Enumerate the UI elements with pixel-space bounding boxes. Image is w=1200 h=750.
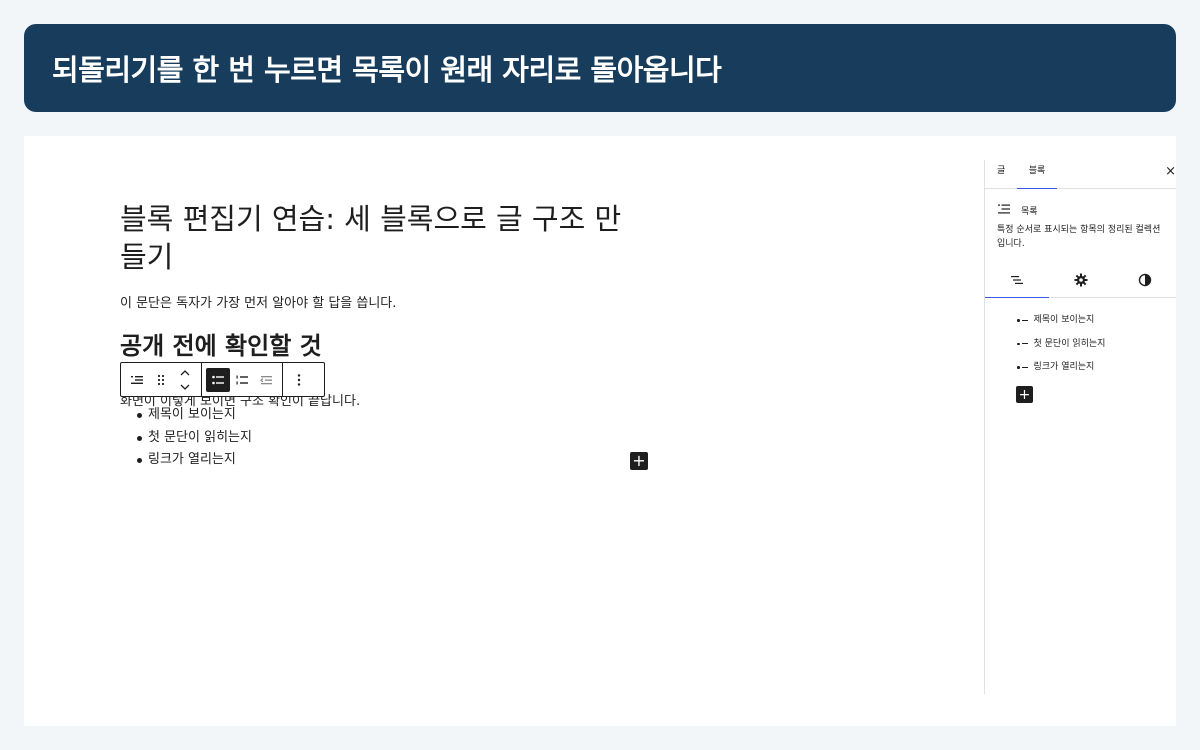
ordered-list-icon[interactable]: [230, 368, 254, 392]
list-item[interactable]: 첫 문단이 읽히는지: [137, 427, 252, 450]
list-icon[interactable]: [125, 368, 149, 392]
block-card-header: 목록: [997, 201, 1164, 219]
more-options-icon[interactable]: [287, 368, 311, 392]
block-name: 목록: [1021, 206, 1038, 217]
list-item-icon: [1017, 342, 1028, 345]
paragraph-block-1[interactable]: 이 문단은 독자가 가장 먼저 알아야 할 답을 씁니다.: [120, 292, 396, 311]
list-block[interactable]: 제목이 보이는지 첫 문단이 읽히는지 링크가 열리는지: [137, 404, 252, 472]
settings-sidebar: 글 블록 × 목록 특정 순서로 표시되는 항목의 정리된 컬렉션입니다. 제목…: [984, 160, 1176, 694]
unordered-list-icon[interactable]: [206, 367, 230, 392]
list-view-icon: [1010, 272, 1024, 291]
list-item-icon: [1017, 366, 1028, 369]
outline-item[interactable]: 제목이 보이는지: [1017, 312, 1105, 336]
outline-item-label: 제목이 보이는지: [1033, 315, 1095, 325]
block-description: 특정 순서로 표시되는 항목의 정리된 컬렉션입니다.: [997, 225, 1161, 249]
post-title[interactable]: 블록 편집기 연습: 세 블록으로 글 구조 만들기: [120, 200, 640, 276]
tab-styles[interactable]: [1113, 266, 1176, 297]
toolbar-group-more: [283, 363, 315, 396]
block-card: 목록 특정 순서로 표시되는 항목의 정리된 컬렉션입니다.: [985, 189, 1176, 251]
tab-settings[interactable]: [1049, 266, 1113, 297]
outline-item[interactable]: 첫 문단이 읽히는지: [1017, 336, 1105, 360]
list-block-icon: [997, 201, 1011, 220]
styles-contrast-icon: [1138, 272, 1152, 291]
sidebar-tabs: 글 블록 ×: [985, 160, 1176, 189]
tab-list-view[interactable]: [985, 266, 1049, 298]
block-inspector-tabs: [985, 266, 1176, 298]
add-block-button[interactable]: +: [630, 452, 648, 470]
drag-handle-icon[interactable]: [149, 368, 173, 392]
add-list-item-button[interactable]: +: [1016, 386, 1033, 403]
outline-item-label: 첫 문단이 읽히는지: [1033, 338, 1106, 349]
heading-block[interactable]: 공개 전에 확인할 것: [120, 326, 322, 361]
block-toolbar: [120, 362, 325, 397]
outdent-icon[interactable]: [254, 368, 278, 392]
close-icon[interactable]: ×: [1165, 164, 1176, 179]
list-item-icon: [1017, 319, 1028, 322]
banner-title: 되돌리기를 한 번 누르면 목록이 원래 자리로 돌아옵니다: [52, 53, 722, 87]
plus-icon: +: [632, 451, 646, 470]
editor-window: 블록 편집기 연습: 세 블록으로 글 구조 만들기 이 문단은 독자가 가장 …: [24, 136, 1176, 726]
move-up-down-icon[interactable]: [173, 368, 197, 392]
list-item[interactable]: 링크가 열리는지: [137, 449, 252, 472]
plus-icon: +: [1018, 386, 1031, 403]
tab-post[interactable]: 글: [997, 160, 1005, 189]
outline-item-label: 링크가 열리는지: [1033, 362, 1095, 372]
settings-gear-icon: [1074, 272, 1088, 291]
list-outline: 제목이 보이는지 첫 문단이 읽히는지 링크가 열리는지: [1017, 312, 1105, 383]
outline-item[interactable]: 링크가 열리는지: [1017, 359, 1105, 383]
tab-block[interactable]: 블록: [1017, 160, 1057, 189]
instruction-banner: 되돌리기를 한 번 누르면 목록이 원래 자리로 돌아옵니다: [24, 24, 1176, 112]
list-item[interactable]: 제목이 보이는지: [137, 404, 252, 427]
toolbar-group-block: [121, 363, 202, 396]
toolbar-group-list: [202, 363, 283, 396]
